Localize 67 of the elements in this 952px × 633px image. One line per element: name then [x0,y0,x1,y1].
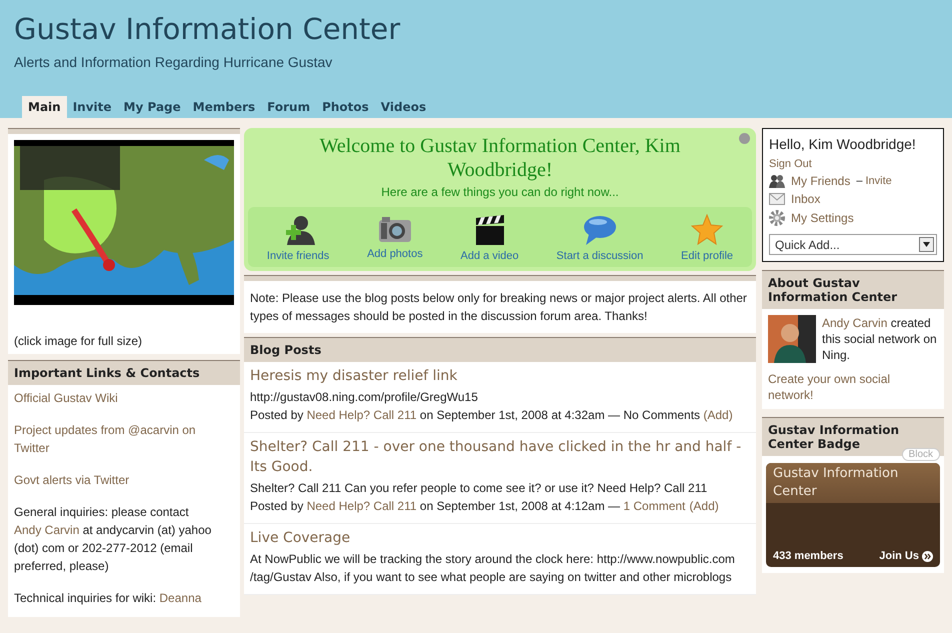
gear-icon [769,210,785,226]
post-body: http://gustav08.ning.com/profile/GregWu15 [250,389,479,406]
nav-tab[interactable]: Members [186,96,262,118]
action-link[interactable]: Edit profile [675,213,740,263]
action-link[interactable]: Add photos [361,213,429,263]
network-badge[interactable]: Gustav Information Center 433 members Join Us [766,463,940,567]
image-caption: (click image for full size) [13,333,144,350]
user-link[interactable]: My Friends [791,174,850,188]
speech-bubble-icon [582,214,617,246]
link[interactable]: Need Help? Call 211 [306,499,417,513]
nav-tab[interactable]: My Page [118,96,187,118]
link[interactable]: Govt alerts via Twitter [14,471,234,489]
welcome-title: Welcome to Gustav Information Center, Kim Woodbridge! [318,134,682,182]
action-link[interactable]: Invite friends [260,213,336,263]
section-heading: Important Links & Contacts [8,360,240,385]
block-label: Block [902,448,940,461]
user-link[interactable]: Inbox [791,192,820,206]
clapperboard-icon [474,214,506,246]
action-link[interactable]: Start a discussion [550,213,650,263]
user-link[interactable]: My Settings [791,211,854,225]
join-button[interactable]: Join Us [879,550,933,562]
envelope-icon [769,193,785,205]
star-icon [691,214,724,246]
link[interactable]: Need Help? Call 211 [306,408,417,422]
double-arrow-icon [922,550,933,562]
close-icon[interactable] [739,133,750,144]
site-subtitle: Alerts and Information Regarding Hurricane Gustav [14,54,334,70]
paragraph: General inquiries: please contact Andy Carvin at andycarvin (at) yahoo (dot) com or 202-277-2012 (email preferred, please) [13,504,212,575]
link[interactable]: Official Gustav Wiki [14,389,234,407]
separator: – [856,175,862,187]
site-title: Gustav Information Center [14,12,402,46]
nav-tab[interactable]: Main [22,96,67,118]
link[interactable]: Andy Carvin [14,523,80,537]
sign-out-link[interactable]: Sign Out [769,158,937,170]
link[interactable]: (Add) [689,499,719,513]
nav-tab[interactable]: Invite [66,96,118,118]
post-body: Shelter? Call 211 Can you refer people to come see it? or use it? Need Help? Call 211 [250,480,708,497]
dropdown-arrow-icon [923,242,930,247]
paragraph: Technical inquiries for wiki: Deanna [13,590,202,607]
notice-text: Note: Please use the blog posts below only for breaking news or major project alerts. All other types of messages should be posted in the discussion forum area. Thanks! [249,290,748,325]
post-title[interactable]: Heresis my disaster relief link [250,366,750,386]
nav-tab[interactable]: Forum [261,96,316,118]
nav-tab[interactable]: Photos [316,96,375,118]
link[interactable]: (Add) [703,408,733,422]
camera-icon [378,214,412,244]
post-body: At NowPublic we will be tracking the story around the clock here: http://www.nowpublic.com /tag/Gustav Also, if you want to see what people are saying on twitter and other microblogs [250,551,736,586]
link[interactable]: Invite [865,175,892,187]
link[interactable]: Andy Carvin [822,316,888,330]
link[interactable]: Project updates from @acarvin on Twitter [14,421,234,457]
welcome-subtitle: Here are a few things you can do right now... [381,185,619,199]
post-title[interactable]: Live Coverage [250,528,750,548]
about-text: Andy Carvin created this social network on Ning. [822,315,938,363]
post-meta: Posted by Need Help? Call 211 on September 1st, 2008 at 4:32am — No Comments (Add) [250,407,734,424]
badge-title: Gustav Information Center [766,463,940,503]
quick-add-dropdown[interactable]: Quick Add... [769,234,937,255]
nav-tab[interactable]: Videos [374,96,432,118]
link[interactable]: Create your own social network! [768,371,938,403]
link[interactable]: 1 Comment [623,499,686,513]
action-link[interactable]: Add a video [454,213,525,263]
link[interactable]: Deanna [159,591,202,605]
section-heading: Blog Posts [244,337,756,362]
post-meta: Posted by Need Help? Call 211 on September 1st, 2008 at 4:12am — 1 Comment (Add) [250,498,720,515]
greeting: Hello, Kim Woodbridge! [769,135,917,154]
section-heading: About Gustav Information Center [762,270,944,309]
post-title[interactable]: Shelter? Call 211 - over one thousand have clicked in the hr and half - Its Good. [250,437,750,477]
member-count: 433 members [773,550,844,562]
people-icon [769,174,785,188]
